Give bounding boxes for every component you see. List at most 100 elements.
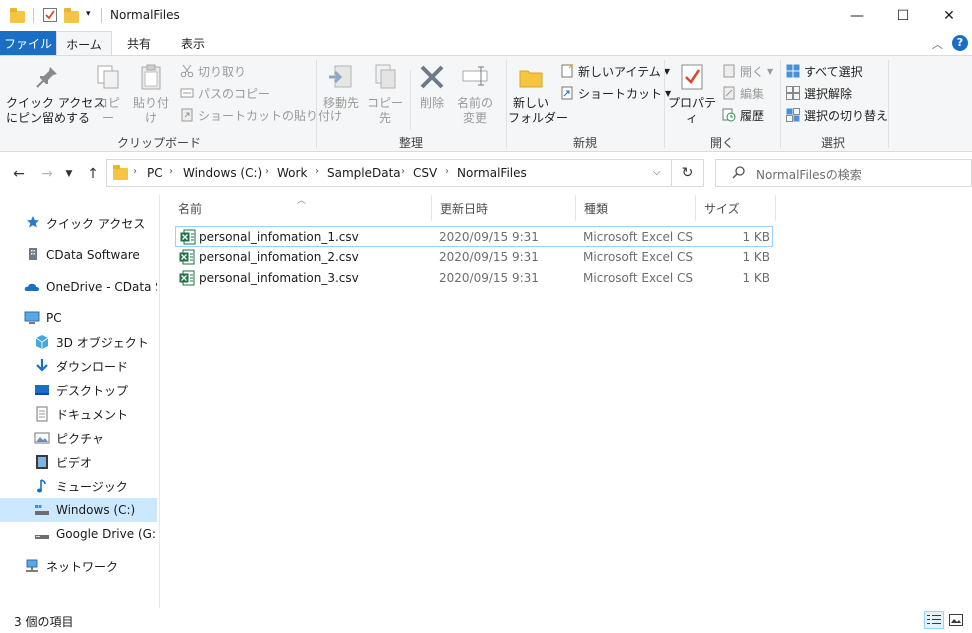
nav-item-pictures[interactable]: ピクチャ: [0, 426, 157, 450]
search-icon: [732, 165, 746, 182]
excel-csv-icon: [179, 249, 195, 265]
file-size: 1 KB: [742, 250, 770, 264]
nav-label: OneDrive - CData Sof: [46, 280, 157, 294]
open-button[interactable]: 開く ▼: [722, 62, 773, 80]
star-icon: [26, 215, 40, 231]
file-row[interactable]: personal_infomation_3.csv 2020/09/15 9:3…: [175, 268, 773, 289]
ribbon-tabs: ファイル ホーム 共有 表示 ︿ ?: [0, 31, 972, 56]
paste-button[interactable]: 貼り付け: [128, 62, 174, 126]
minimize-button[interactable]: —: [834, 0, 880, 31]
nav-item-cdata-software[interactable]: CData Software: [0, 243, 157, 267]
pin-quick-access-button[interactable]: クイック アクセス にピン留めする: [6, 62, 105, 126]
address-dropdown-icon[interactable]: ⌵: [653, 167, 661, 178]
column-header-size[interactable]: サイズ: [696, 195, 776, 221]
edit-button[interactable]: 編集: [722, 84, 764, 102]
breadcrumb-normalfiles[interactable]: NormalFiles: [457, 166, 527, 180]
nav-item-google-drive[interactable]: Google Drive (G:): [0, 522, 157, 546]
file-row[interactable]: personal_infomation_2.csv 2020/09/15 9:3…: [175, 247, 773, 268]
back-button[interactable]: ←: [8, 163, 30, 185]
nav-label: ダウンロード: [56, 359, 129, 374]
refresh-button[interactable]: ↻: [672, 159, 704, 187]
folder-icon: [113, 165, 128, 180]
select-all-button[interactable]: すべて選択: [786, 62, 863, 80]
copy-button[interactable]: コピー: [92, 62, 124, 126]
new-item-label: 新しいアイテム: [578, 64, 661, 79]
nav-label: クイック アクセス: [46, 216, 146, 231]
clipboard-icon: [136, 62, 166, 92]
tab-share[interactable]: 共有: [112, 31, 166, 55]
nav-label: CData Software: [46, 248, 140, 262]
breadcrumb-pc[interactable]: PC: [147, 166, 163, 180]
column-header-type[interactable]: 種類: [576, 195, 696, 221]
details-view-button[interactable]: [924, 611, 944, 629]
column-header-modified[interactable]: 更新日時: [432, 195, 576, 221]
nav-item-onedrive[interactable]: OneDrive - CData Sof: [0, 275, 157, 299]
properties-button[interactable]: プロパティ: [666, 62, 718, 126]
folder-icon: [10, 7, 26, 25]
search-box[interactable]: NormalFilesの検索: [715, 159, 972, 187]
select-none-button[interactable]: 選択解除: [786, 84, 852, 102]
delete-button[interactable]: 削除: [414, 62, 450, 111]
open-icon: [722, 64, 736, 78]
download-icon: [34, 358, 50, 374]
cube-icon: [34, 334, 50, 350]
file-row[interactable]: personal_infomation_1.csv 2020/09/15 9:3…: [175, 226, 773, 247]
select-all-label: すべて選択: [804, 64, 863, 79]
large-icons-view-button[interactable]: [946, 611, 966, 629]
window-title: NormalFiles: [110, 8, 180, 22]
nav-item-documents[interactable]: ドキュメント: [0, 402, 157, 426]
help-icon[interactable]: ?: [952, 35, 968, 51]
copy-to-label: コピー先: [366, 96, 403, 125]
breadcrumb-windows-c[interactable]: Windows (C:): [183, 166, 262, 180]
tab-file[interactable]: ファイル: [0, 31, 56, 55]
cut-button[interactable]: 切り取り: [180, 62, 246, 80]
copy-path-button[interactable]: パスのコピー: [180, 84, 270, 102]
breadcrumb-csv[interactable]: CSV: [413, 166, 437, 180]
move-to-button[interactable]: 移動先: [320, 62, 362, 111]
address-bar[interactable]: › PC › Windows (C:) › Work › SampleData …: [106, 159, 672, 187]
select-all-icon: [786, 64, 800, 78]
nav-item-3d-objects[interactable]: 3D オブジェクト: [0, 330, 157, 354]
nav-item-quick-access[interactable]: クイック アクセス: [0, 211, 157, 235]
new-item-button[interactable]: 新しいアイテム ▼: [560, 62, 670, 80]
nav-item-windows-c[interactable]: Windows (C:): [0, 498, 157, 522]
paste-shortcut-button[interactable]: ショートカットの貼り付け: [180, 106, 342, 124]
copy-label: コピー: [95, 96, 120, 125]
collapse-ribbon-icon[interactable]: ︿: [932, 36, 943, 52]
nav-item-videos[interactable]: ビデオ: [0, 450, 157, 474]
shortcut-button[interactable]: ショートカット ▼: [560, 84, 671, 102]
nav-label: ビデオ: [56, 455, 93, 470]
forward-button[interactable]: →: [36, 163, 58, 185]
breadcrumb-sampledata[interactable]: SampleData: [327, 166, 401, 180]
maximize-button[interactable]: ☐: [880, 0, 926, 31]
new-folder-quick-icon[interactable]: [64, 7, 80, 25]
rename-button[interactable]: 名前の 変更: [454, 62, 496, 126]
history-button[interactable]: 履歴: [722, 106, 764, 124]
drive-icon: [34, 502, 50, 518]
new-folder-label: 新しい フォルダー: [508, 96, 569, 125]
close-button[interactable]: ✕: [926, 0, 972, 31]
properties-quick-icon[interactable]: [42, 7, 58, 25]
column-header-name[interactable]: 名前: [170, 195, 432, 221]
up-button[interactable]: ↑: [82, 163, 104, 185]
nav-item-music[interactable]: ミュージック: [0, 474, 157, 498]
nav-item-desktop[interactable]: デスクトップ: [0, 378, 157, 402]
recent-locations-button[interactable]: ▼: [62, 163, 76, 185]
nav-label: ピクチャ: [56, 431, 104, 446]
customize-toolbar-icon[interactable]: ▾: [86, 9, 96, 27]
copy-to-button[interactable]: コピー先: [364, 62, 406, 126]
nav-label: Google Drive (G:): [56, 527, 157, 541]
new-folder-button[interactable]: 新しい フォルダー: [508, 62, 569, 126]
cut-label: 切り取り: [198, 64, 247, 79]
tab-home[interactable]: ホーム: [56, 31, 112, 56]
video-icon: [34, 454, 50, 470]
file-modified: 2020/09/15 9:31: [439, 250, 539, 264]
nav-item-pc[interactable]: PC: [0, 306, 157, 330]
rename-label: 名前の 変更: [456, 96, 493, 125]
nav-item-network[interactable]: ネットワーク: [0, 554, 157, 578]
tab-view[interactable]: 表示: [166, 31, 220, 55]
shortcut-icon: [560, 86, 574, 100]
nav-item-downloads[interactable]: ダウンロード: [0, 354, 157, 378]
breadcrumb-work[interactable]: Work: [277, 166, 307, 180]
invert-selection-button[interactable]: 選択の切り替え: [786, 106, 888, 124]
